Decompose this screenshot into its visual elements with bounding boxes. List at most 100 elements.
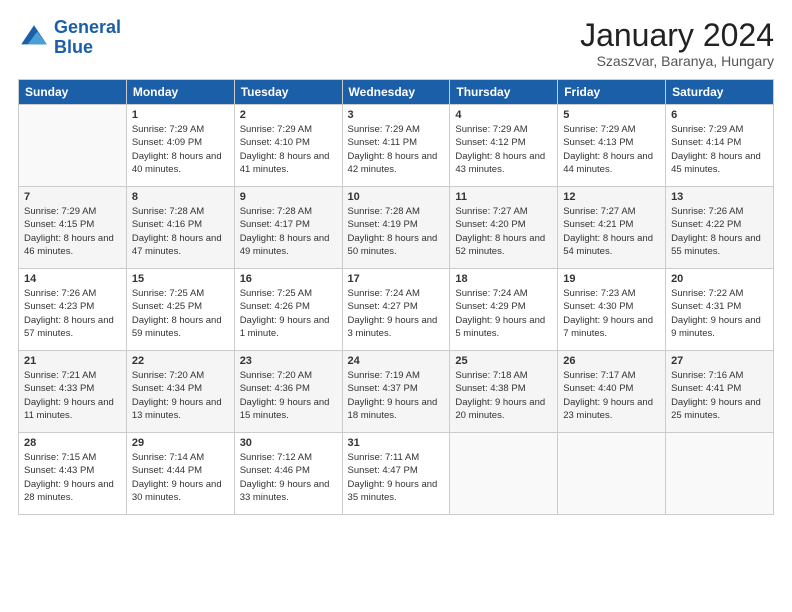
day-info: Sunrise: 7:27 AMSunset: 4:21 PMDaylight:… (563, 205, 660, 258)
day-info: Sunrise: 7:28 AMSunset: 4:16 PMDaylight:… (132, 205, 229, 258)
day-number: 13 (671, 191, 768, 203)
logo-line1: General (54, 17, 121, 37)
day-number: 7 (24, 191, 121, 203)
week-row-1: 1 Sunrise: 7:29 AMSunset: 4:09 PMDayligh… (19, 105, 774, 187)
logo: General Blue (18, 18, 121, 58)
day-cell: 24 Sunrise: 7:19 AMSunset: 4:37 PMDaylig… (342, 351, 450, 433)
day-info: Sunrise: 7:24 AMSunset: 4:29 PMDaylight:… (455, 287, 552, 340)
day-cell (450, 433, 558, 515)
day-number: 27 (671, 355, 768, 367)
day-cell: 14 Sunrise: 7:26 AMSunset: 4:23 PMDaylig… (19, 269, 127, 351)
day-info: Sunrise: 7:29 AMSunset: 4:11 PMDaylight:… (348, 123, 445, 176)
logo-line2: Blue (54, 37, 93, 57)
day-info: Sunrise: 7:19 AMSunset: 4:37 PMDaylight:… (348, 369, 445, 422)
day-info: Sunrise: 7:25 AMSunset: 4:26 PMDaylight:… (240, 287, 337, 340)
day-number: 29 (132, 437, 229, 449)
day-cell: 18 Sunrise: 7:24 AMSunset: 4:29 PMDaylig… (450, 269, 558, 351)
header: General Blue January 2024 Szaszvar, Bara… (18, 18, 774, 69)
day-info: Sunrise: 7:14 AMSunset: 4:44 PMDaylight:… (132, 451, 229, 504)
day-info: Sunrise: 7:29 AMSunset: 4:13 PMDaylight:… (563, 123, 660, 176)
day-number: 8 (132, 191, 229, 203)
day-number: 12 (563, 191, 660, 203)
day-cell: 21 Sunrise: 7:21 AMSunset: 4:33 PMDaylig… (19, 351, 127, 433)
day-info: Sunrise: 7:20 AMSunset: 4:36 PMDaylight:… (240, 369, 337, 422)
day-cell: 15 Sunrise: 7:25 AMSunset: 4:25 PMDaylig… (126, 269, 234, 351)
col-thursday: Thursday (450, 80, 558, 105)
day-cell: 27 Sunrise: 7:16 AMSunset: 4:41 PMDaylig… (666, 351, 774, 433)
day-number: 17 (348, 273, 445, 285)
day-number: 18 (455, 273, 552, 285)
day-cell: 7 Sunrise: 7:29 AMSunset: 4:15 PMDayligh… (19, 187, 127, 269)
day-info: Sunrise: 7:24 AMSunset: 4:27 PMDaylight:… (348, 287, 445, 340)
day-cell: 16 Sunrise: 7:25 AMSunset: 4:26 PMDaylig… (234, 269, 342, 351)
day-number: 26 (563, 355, 660, 367)
day-number: 15 (132, 273, 229, 285)
col-sunday: Sunday (19, 80, 127, 105)
day-cell: 5 Sunrise: 7:29 AMSunset: 4:13 PMDayligh… (558, 105, 666, 187)
logo-text: General Blue (54, 18, 121, 58)
day-info: Sunrise: 7:28 AMSunset: 4:19 PMDaylight:… (348, 205, 445, 258)
day-info: Sunrise: 7:25 AMSunset: 4:25 PMDaylight:… (132, 287, 229, 340)
day-number: 5 (563, 109, 660, 121)
day-cell: 9 Sunrise: 7:28 AMSunset: 4:17 PMDayligh… (234, 187, 342, 269)
day-cell: 13 Sunrise: 7:26 AMSunset: 4:22 PMDaylig… (666, 187, 774, 269)
logo-icon (18, 22, 50, 54)
calendar-table: Sunday Monday Tuesday Wednesday Thursday… (18, 79, 774, 515)
day-cell: 29 Sunrise: 7:14 AMSunset: 4:44 PMDaylig… (126, 433, 234, 515)
day-info: Sunrise: 7:18 AMSunset: 4:38 PMDaylight:… (455, 369, 552, 422)
day-cell: 20 Sunrise: 7:22 AMSunset: 4:31 PMDaylig… (666, 269, 774, 351)
day-info: Sunrise: 7:29 AMSunset: 4:10 PMDaylight:… (240, 123, 337, 176)
week-row-2: 7 Sunrise: 7:29 AMSunset: 4:15 PMDayligh… (19, 187, 774, 269)
day-info: Sunrise: 7:22 AMSunset: 4:31 PMDaylight:… (671, 287, 768, 340)
day-cell (558, 433, 666, 515)
day-number: 31 (348, 437, 445, 449)
day-number: 11 (455, 191, 552, 203)
week-row-4: 21 Sunrise: 7:21 AMSunset: 4:33 PMDaylig… (19, 351, 774, 433)
day-number: 22 (132, 355, 229, 367)
title-area: January 2024 Szaszvar, Baranya, Hungary (580, 18, 774, 69)
day-cell: 12 Sunrise: 7:27 AMSunset: 4:21 PMDaylig… (558, 187, 666, 269)
day-cell: 23 Sunrise: 7:20 AMSunset: 4:36 PMDaylig… (234, 351, 342, 433)
day-number: 25 (455, 355, 552, 367)
day-info: Sunrise: 7:21 AMSunset: 4:33 PMDaylight:… (24, 369, 121, 422)
day-info: Sunrise: 7:29 AMSunset: 4:09 PMDaylight:… (132, 123, 229, 176)
day-info: Sunrise: 7:26 AMSunset: 4:23 PMDaylight:… (24, 287, 121, 340)
header-row: Sunday Monday Tuesday Wednesday Thursday… (19, 80, 774, 105)
col-saturday: Saturday (666, 80, 774, 105)
day-number: 23 (240, 355, 337, 367)
day-info: Sunrise: 7:12 AMSunset: 4:46 PMDaylight:… (240, 451, 337, 504)
col-friday: Friday (558, 80, 666, 105)
day-info: Sunrise: 7:17 AMSunset: 4:40 PMDaylight:… (563, 369, 660, 422)
day-info: Sunrise: 7:23 AMSunset: 4:30 PMDaylight:… (563, 287, 660, 340)
day-cell: 26 Sunrise: 7:17 AMSunset: 4:40 PMDaylig… (558, 351, 666, 433)
day-number: 4 (455, 109, 552, 121)
day-number: 6 (671, 109, 768, 121)
day-cell: 25 Sunrise: 7:18 AMSunset: 4:38 PMDaylig… (450, 351, 558, 433)
week-row-5: 28 Sunrise: 7:15 AMSunset: 4:43 PMDaylig… (19, 433, 774, 515)
day-cell: 3 Sunrise: 7:29 AMSunset: 4:11 PMDayligh… (342, 105, 450, 187)
month-title: January 2024 (580, 18, 774, 53)
day-cell: 17 Sunrise: 7:24 AMSunset: 4:27 PMDaylig… (342, 269, 450, 351)
day-number: 24 (348, 355, 445, 367)
day-cell: 22 Sunrise: 7:20 AMSunset: 4:34 PMDaylig… (126, 351, 234, 433)
day-info: Sunrise: 7:20 AMSunset: 4:34 PMDaylight:… (132, 369, 229, 422)
col-wednesday: Wednesday (342, 80, 450, 105)
day-info: Sunrise: 7:26 AMSunset: 4:22 PMDaylight:… (671, 205, 768, 258)
day-info: Sunrise: 7:11 AMSunset: 4:47 PMDaylight:… (348, 451, 445, 504)
day-info: Sunrise: 7:15 AMSunset: 4:43 PMDaylight:… (24, 451, 121, 504)
day-number: 19 (563, 273, 660, 285)
day-cell: 1 Sunrise: 7:29 AMSunset: 4:09 PMDayligh… (126, 105, 234, 187)
day-number: 1 (132, 109, 229, 121)
day-number: 2 (240, 109, 337, 121)
day-cell: 8 Sunrise: 7:28 AMSunset: 4:16 PMDayligh… (126, 187, 234, 269)
subtitle: Szaszvar, Baranya, Hungary (580, 53, 774, 69)
day-info: Sunrise: 7:16 AMSunset: 4:41 PMDaylight:… (671, 369, 768, 422)
day-cell: 19 Sunrise: 7:23 AMSunset: 4:30 PMDaylig… (558, 269, 666, 351)
day-cell (666, 433, 774, 515)
day-info: Sunrise: 7:29 AMSunset: 4:15 PMDaylight:… (24, 205, 121, 258)
day-number: 21 (24, 355, 121, 367)
day-cell: 11 Sunrise: 7:27 AMSunset: 4:20 PMDaylig… (450, 187, 558, 269)
day-number: 16 (240, 273, 337, 285)
day-cell: 30 Sunrise: 7:12 AMSunset: 4:46 PMDaylig… (234, 433, 342, 515)
day-cell: 28 Sunrise: 7:15 AMSunset: 4:43 PMDaylig… (19, 433, 127, 515)
